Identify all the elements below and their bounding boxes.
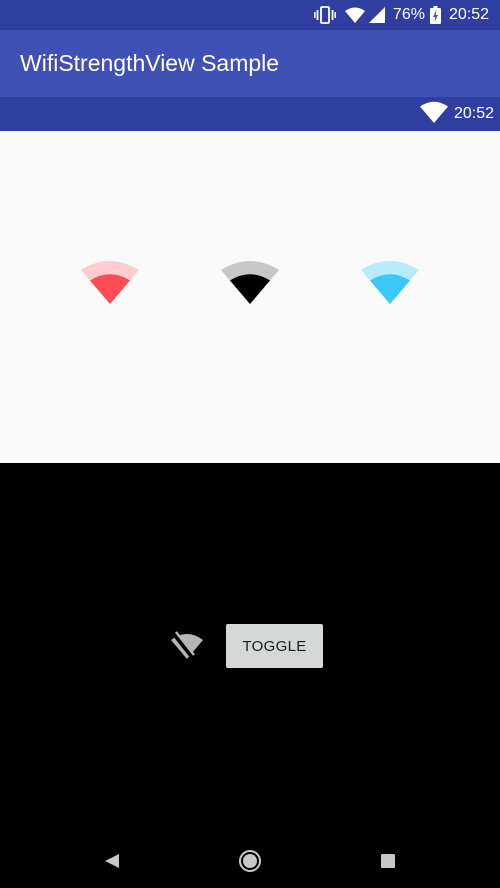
status-icons: 76% 20:52: [313, 0, 489, 30]
wifi-views-panel: [0, 131, 500, 463]
recents-icon: [381, 854, 395, 868]
battery-charging-icon: [429, 6, 441, 24]
controls-panel: TOGGLE: [0, 463, 500, 833]
sub-status-icons: 20:52: [419, 97, 494, 131]
sub-status-bar: 20:52: [0, 97, 500, 131]
wifi-strength-black: [220, 256, 280, 304]
wifi-strength-red: [80, 256, 140, 304]
app-bar: WifiStrengthView Sample: [0, 30, 500, 97]
vibrate-icon: [313, 6, 336, 24]
cell-signal-icon: [368, 7, 385, 23]
app-title: WifiStrengthView Sample: [20, 50, 280, 76]
wifi-icon: [419, 101, 448, 128]
wifi-strength-blue: [360, 256, 420, 304]
battery-percent: 76%: [392, 6, 425, 23]
back-icon: [105, 854, 119, 868]
screen: 76% 20:52 WifiStrengthView Sample 20:52: [0, 0, 500, 888]
toggle-button[interactable]: TOGGLE: [226, 624, 323, 668]
home-button[interactable]: [236, 847, 264, 875]
status-bar: 76% 20:52: [0, 0, 500, 30]
wifi-icon: [344, 7, 365, 23]
wifi-off-icon: [170, 631, 204, 661]
status-time: 20:52: [448, 6, 489, 23]
home-icon: [239, 850, 261, 872]
sub-status-time: 20:52: [453, 105, 494, 122]
recents-button[interactable]: [374, 847, 402, 875]
nav-bar: [0, 833, 500, 888]
back-button[interactable]: [98, 847, 126, 875]
